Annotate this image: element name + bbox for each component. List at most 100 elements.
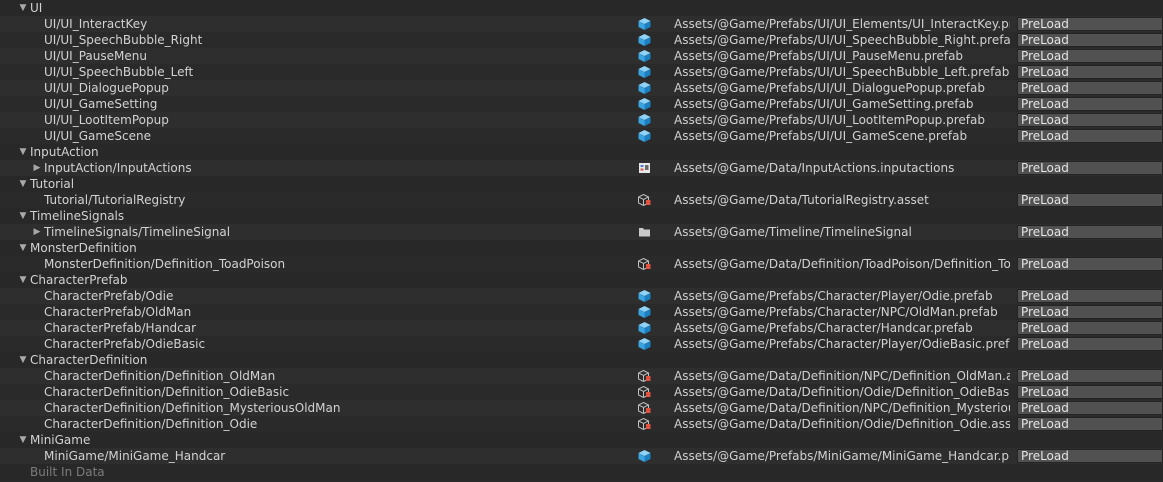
asset-entry-row[interactable]: CharacterPrefab/OldMan Assets/@Game/Prefa… xyxy=(0,304,1163,320)
prefab-icon xyxy=(638,114,651,126)
prefab-icon xyxy=(638,66,651,78)
entry-address-label: CharacterDefinition/Definition_Odie xyxy=(44,417,258,431)
load-mode-dropdown[interactable]: PreLoad xyxy=(1017,385,1163,399)
group-label: Tutorial xyxy=(30,177,75,191)
asset-entry-row[interactable]: UI/UI_SpeechBubble_Left Assets/@Game/Pref… xyxy=(0,64,1163,80)
load-mode-dropdown[interactable]: PreLoad xyxy=(1017,113,1163,127)
load-mode-dropdown[interactable]: PreLoad xyxy=(1017,49,1163,63)
foldout-expanded-icon[interactable]: ▼ xyxy=(17,432,29,448)
asset-entry-row[interactable]: Tutorial/TutorialRegistry Assets/@Game/Da… xyxy=(0,192,1163,208)
load-mode-dropdown[interactable]: PreLoad xyxy=(1017,305,1163,319)
built-in-data-row[interactable]: Built In Data xyxy=(0,464,1163,480)
load-mode-dropdown[interactable]: PreLoad xyxy=(1017,161,1163,175)
asset-entry-row[interactable]: ▶ InputAction/InputActions Assets/@Game/Da… xyxy=(0,160,1163,176)
entry-address-label: CharacterDefinition/Definition_OdieBasic xyxy=(44,385,290,399)
group-label: MonsterDefinition xyxy=(30,241,137,255)
group-label: UI xyxy=(30,1,43,15)
asset-entry-row[interactable]: UI/UI_DialoguePopup Assets/@Game/Prefabs/… xyxy=(0,80,1163,96)
asset-entry-row[interactable]: UI/UI_SpeechBubble_Right Assets/@Game/Pre… xyxy=(0,32,1163,48)
load-mode-dropdown[interactable]: PreLoad xyxy=(1017,449,1163,463)
entry-asset-path: Assets/@Game/Data/Definition/ToadPoison/… xyxy=(674,257,1010,271)
load-mode-dropdown[interactable]: PreLoad xyxy=(1017,257,1163,271)
entry-address-label: MonsterDefinition/Definition_ToadPoison xyxy=(44,257,286,271)
prefab-icon xyxy=(638,130,651,142)
group-header-characterprefab[interactable]: ▼ CharacterPrefab xyxy=(0,272,1163,288)
load-mode-dropdown[interactable]: PreLoad xyxy=(1017,369,1163,383)
foldout-expanded-icon[interactable]: ▼ xyxy=(17,0,29,16)
prefab-icon xyxy=(638,98,651,110)
load-mode-dropdown[interactable]: PreLoad xyxy=(1017,337,1163,351)
scriptable-object-icon xyxy=(637,369,651,383)
load-mode-dropdown[interactable]: PreLoad xyxy=(1017,81,1163,95)
load-mode-dropdown[interactable]: PreLoad xyxy=(1017,129,1163,143)
asset-entry-row[interactable]: CharacterDefinition/Definition_Mysteriou… xyxy=(0,400,1163,416)
foldout-collapsed-icon[interactable]: ▶ xyxy=(31,160,43,176)
scriptable-object-icon xyxy=(637,417,651,431)
asset-entry-row[interactable]: CharacterDefinition/Definition_OdieBasic… xyxy=(0,384,1163,400)
entry-asset-path: Assets/@Game/Data/Definition/Odie/Defini… xyxy=(674,385,1010,399)
entry-asset-path: Assets/@Game/Prefabs/UI/UI_LootItemPopup… xyxy=(674,113,985,127)
entry-asset-path: Assets/@Game/Data/InputActions.inputacti… xyxy=(674,161,955,175)
prefab-icon xyxy=(638,338,651,350)
entry-address-label: UI/UI_SpeechBubble_Left xyxy=(44,65,194,79)
load-mode-dropdown[interactable]: PreLoad xyxy=(1017,33,1163,47)
asset-entry-row[interactable]: ▶ TimelineSignals/TimelineSignal Assets/@G… xyxy=(0,224,1163,240)
entry-address-label: UI/UI_GameSetting xyxy=(44,97,158,111)
group-header-monsterdefinition[interactable]: ▼ MonsterDefinition xyxy=(0,240,1163,256)
load-mode-dropdown[interactable]: PreLoad xyxy=(1017,289,1163,303)
asset-entry-row[interactable]: CharacterPrefab/Odie Assets/@Game/Prefabs… xyxy=(0,288,1163,304)
entry-address-label: InputAction/InputActions xyxy=(44,161,192,175)
asset-entry-row[interactable]: UI/UI_GameScene Assets/@Game/Prefabs/UI/U… xyxy=(0,128,1163,144)
load-mode-dropdown[interactable]: PreLoad xyxy=(1017,97,1163,111)
group-header-tutorial[interactable]: ▼ Tutorial xyxy=(0,176,1163,192)
entry-address-label: UI/UI_InteractKey xyxy=(44,17,148,31)
entry-asset-path: Assets/@Game/Prefabs/UI/UI_SpeechBubble_… xyxy=(674,65,1010,79)
scriptable-object-icon xyxy=(637,257,651,271)
foldout-expanded-icon[interactable]: ▼ xyxy=(17,208,29,224)
asset-entry-row[interactable]: UI/UI_InteractKey Assets/@Game/Prefabs/UI… xyxy=(0,16,1163,32)
asset-entry-row[interactable]: CharacterDefinition/Definition_OldMan Ass… xyxy=(0,368,1163,384)
asset-entry-row[interactable]: MiniGame/MiniGame_Handcar Assets/@Game/Pr… xyxy=(0,448,1163,464)
entry-asset-path: Assets/@Game/Prefabs/Character/Player/Od… xyxy=(674,337,1010,351)
foldout-collapsed-icon[interactable]: ▶ xyxy=(31,224,43,240)
entry-address-label: UI/UI_DialoguePopup xyxy=(44,81,169,95)
asset-entry-row[interactable]: CharacterPrefab/OdieBasic Assets/@Game/Pr… xyxy=(0,336,1163,352)
foldout-expanded-icon[interactable]: ▼ xyxy=(17,352,29,368)
entry-asset-path: Assets/@Game/Data/Definition/Odie/Defini… xyxy=(674,417,1010,431)
load-mode-dropdown[interactable]: PreLoad xyxy=(1017,401,1163,415)
input-actions-icon xyxy=(638,162,651,174)
entry-address-label: TimelineSignals/TimelineSignal xyxy=(44,225,231,239)
load-mode-dropdown[interactable]: PreLoad xyxy=(1017,225,1163,239)
foldout-expanded-icon[interactable]: ▼ xyxy=(17,240,29,256)
entry-asset-path: Assets/@Game/Data/Definition/NPC/Definit… xyxy=(674,401,1010,415)
group-header-timelinesignals[interactable]: ▼ TimelineSignals xyxy=(0,208,1163,224)
addressables-group-tree: ▼ UI UI/UI_InteractKey Assets/@Game/Prefabs… xyxy=(0,0,1163,480)
load-mode-dropdown[interactable]: PreLoad xyxy=(1017,193,1163,207)
asset-entry-row[interactable]: CharacterDefinition/Definition_Odie Asset… xyxy=(0,416,1163,432)
load-mode-dropdown[interactable]: PreLoad xyxy=(1017,17,1163,31)
foldout-expanded-icon[interactable]: ▼ xyxy=(17,176,29,192)
asset-entry-row[interactable]: UI/UI_GameSetting Assets/@Game/Prefabs/UI… xyxy=(0,96,1163,112)
foldout-expanded-icon[interactable]: ▼ xyxy=(17,144,29,160)
load-mode-dropdown[interactable]: PreLoad xyxy=(1017,417,1163,431)
group-label: CharacterDefinition xyxy=(30,353,148,367)
foldout-expanded-icon[interactable]: ▼ xyxy=(17,272,29,288)
entry-address-label: UI/UI_LootItemPopup xyxy=(44,113,169,127)
asset-entry-row[interactable]: UI/UI_PauseMenu Assets/@Game/Prefabs/UI/U… xyxy=(0,48,1163,64)
asset-entry-row[interactable]: UI/UI_LootItemPopup Assets/@Game/Prefabs/… xyxy=(0,112,1163,128)
entry-address-label: CharacterDefinition/Definition_OldMan xyxy=(44,369,276,383)
group-header-ui[interactable]: ▼ UI xyxy=(0,0,1163,16)
load-mode-dropdown[interactable]: PreLoad xyxy=(1017,321,1163,335)
entry-address-label: UI/UI_SpeechBubble_Right xyxy=(44,33,203,47)
entry-asset-path: Assets/@Game/Prefabs/UI/UI_GameSetting.p… xyxy=(674,97,974,111)
group-header-characterdefinition[interactable]: ▼ CharacterDefinition xyxy=(0,352,1163,368)
load-mode-dropdown[interactable]: PreLoad xyxy=(1017,65,1163,79)
group-header-minigame[interactable]: ▼ MiniGame xyxy=(0,432,1163,448)
scriptable-object-icon xyxy=(637,193,651,207)
group-label: InputAction xyxy=(30,145,99,159)
asset-entry-row[interactable]: CharacterPrefab/Handcar Assets/@Game/Pref… xyxy=(0,320,1163,336)
asset-entry-row[interactable]: MonsterDefinition/Definition_ToadPoison A… xyxy=(0,256,1163,272)
group-label: CharacterPrefab xyxy=(30,273,128,287)
group-header-inputaction[interactable]: ▼ InputAction xyxy=(0,144,1163,160)
entry-address-label: CharacterPrefab/OdieBasic xyxy=(44,337,206,351)
